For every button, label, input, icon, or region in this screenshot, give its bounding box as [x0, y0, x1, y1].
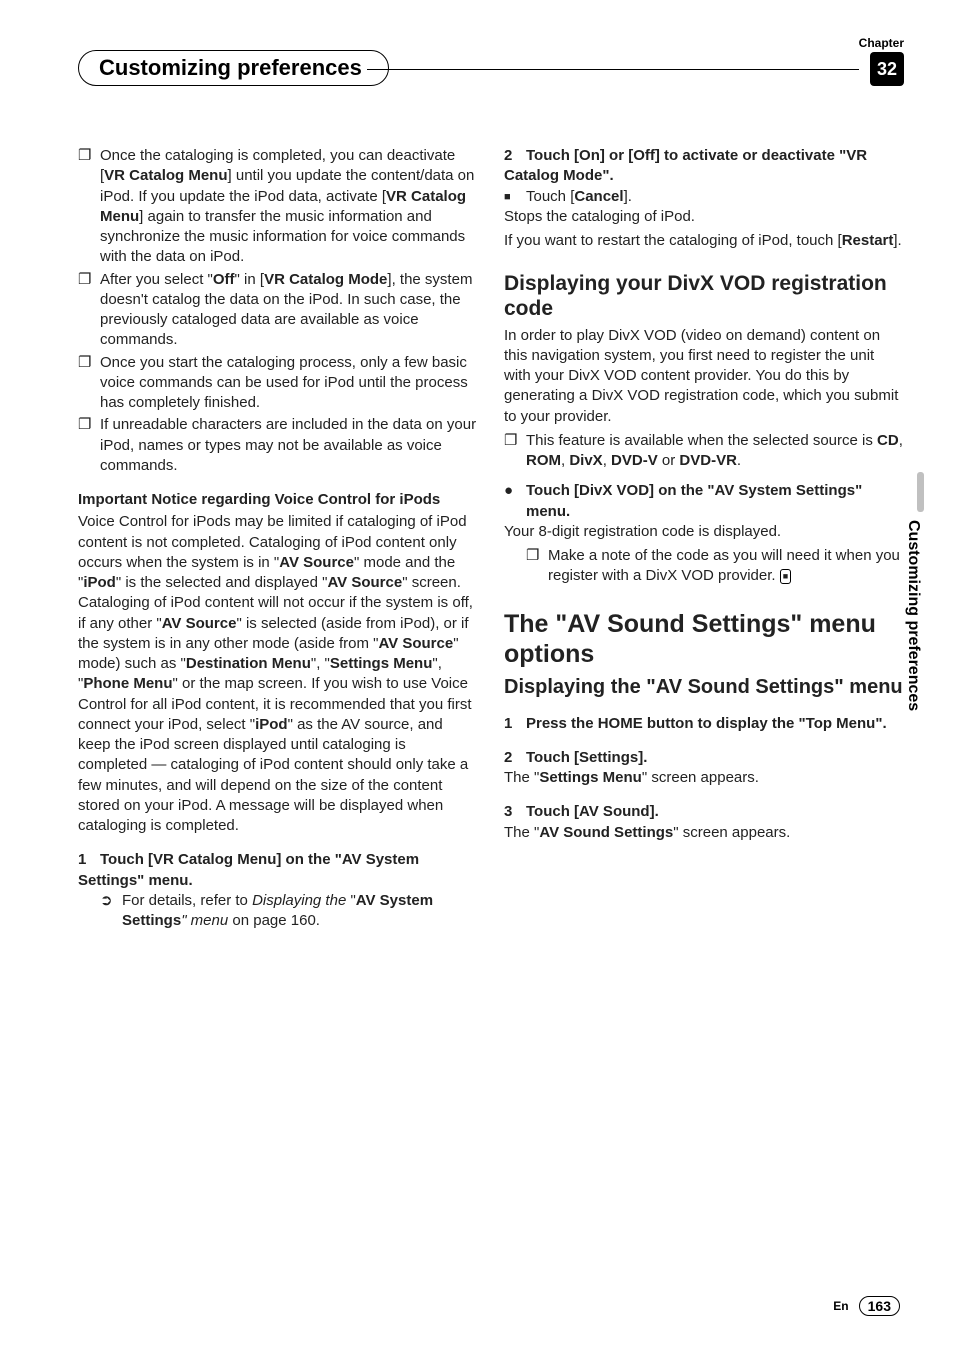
chapter-number-badge: 32 [870, 52, 904, 86]
note-bullet-icon: ❐ [526, 546, 548, 587]
footer-lang: En [833, 1299, 848, 1313]
page-title: Customizing preferences [78, 50, 389, 86]
list-item: ❐ This feature is available when the sel… [504, 431, 904, 472]
sub-action: ■ Touch [Cancel]. [504, 187, 904, 207]
body-text: The "AV Sound Settings" screen appears. [504, 823, 904, 843]
dot-bullet-icon: ● [504, 481, 526, 522]
notice-body: Voice Control for iPods may be limited i… [78, 512, 478, 836]
right-column: 2Touch [On] or [Off] to activate or deac… [504, 146, 904, 931]
step-bullet: ● Touch [DivX VOD] on the "AV System Set… [504, 481, 904, 522]
body-text: Stops the cataloging of iPod. [504, 207, 904, 227]
header-rule [367, 69, 859, 70]
subsection-heading-avsound: Displaying the "AV Sound Settings" menu [504, 675, 904, 700]
step-1: 1Touch [VR Catalog Menu] on the "AV Syst… [78, 850, 478, 891]
page-footer: En 163 [833, 1296, 900, 1316]
list-item: ❐ Once you start the cataloging process,… [78, 353, 478, 414]
body-text: In order to play DivX VOD (video on dema… [504, 326, 904, 427]
section-heading-avsound: The "AV Sound Settings" menu options [504, 609, 904, 669]
step-2: 2Touch [On] or [Off] to activate or deac… [504, 146, 904, 187]
step-1: 1Press the HOME button to display the "T… [504, 714, 904, 734]
side-tab: Customizing preferences [904, 520, 922, 711]
footer-page-number: 163 [859, 1296, 900, 1316]
body-text: The "Settings Menu" screen appears. [504, 768, 904, 788]
note-bullet-icon: ❐ [78, 415, 100, 476]
note-bullet-icon: ❐ [504, 431, 526, 472]
left-column: ❐ Once the cataloging is completed, you … [78, 146, 478, 931]
end-section-icon: ■ [780, 569, 791, 583]
body-text: If you want to restart the cataloging of… [504, 231, 904, 251]
square-bullet-icon: ■ [504, 190, 526, 210]
chapter-label: Chapter [859, 36, 904, 50]
note-bullet-icon: ❐ [78, 353, 100, 414]
list-item: ❐ After you select "Off" in [VR Catalog … [78, 270, 478, 351]
list-item: ❐ Once the cataloging is completed, you … [78, 146, 478, 268]
step-2: 2Touch [Settings]. [504, 748, 904, 768]
reference-arrow-icon: ➲ [100, 891, 122, 932]
section-heading-divx: Displaying your DivX VOD registration co… [504, 271, 904, 321]
cross-reference: ➲ For details, refer to Displaying the "… [78, 891, 478, 932]
list-item: ❐ If unreadable characters are included … [78, 415, 478, 476]
note-bullet-icon: ❐ [78, 270, 100, 351]
step-3: 3Touch [AV Sound]. [504, 802, 904, 822]
body-text: Your 8-digit registration code is displa… [504, 522, 904, 542]
note-bullet-icon: ❐ [78, 146, 100, 268]
list-item: ❐ Make a note of the code as you will ne… [504, 546, 904, 587]
notice-heading: Important Notice regarding Voice Control… [78, 490, 478, 510]
side-tab-bar [917, 472, 924, 512]
